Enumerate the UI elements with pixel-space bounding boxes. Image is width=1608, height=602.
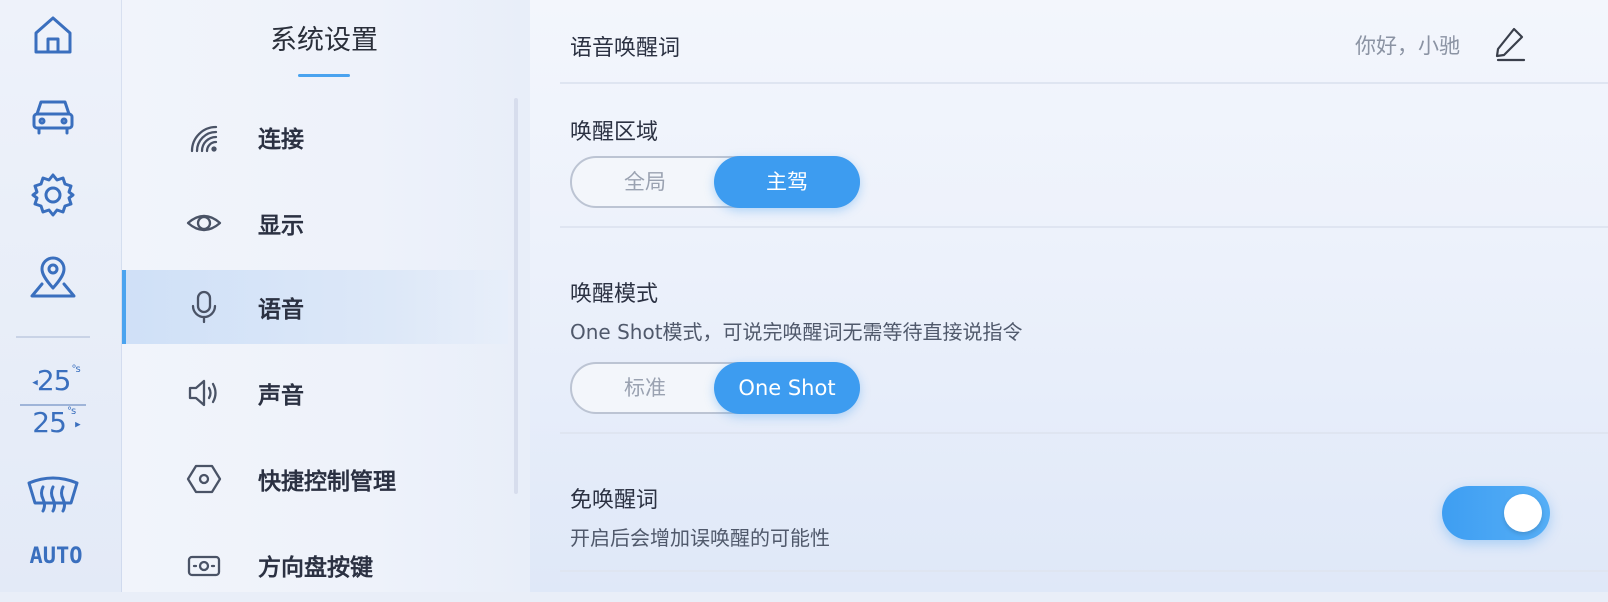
nav-item-voice[interactable]: 语音 — [122, 270, 508, 344]
wake-region-option-driver[interactable]: 主驾 — [714, 156, 860, 208]
wake-region-label: 唤醒区域 — [570, 120, 659, 145]
row-divider — [560, 226, 1608, 228]
wake-word-value: 你好，小驰 — [1355, 34, 1460, 58]
free-wake-description: 开启后会增加误唤醒的可能性 — [570, 526, 830, 550]
home-icon[interactable] — [22, 4, 84, 66]
wake-mode-label: 唤醒模式 — [570, 282, 659, 307]
nav-item-sound[interactable]: 声音 — [122, 356, 508, 430]
dock-divider — [16, 336, 90, 338]
location-icon[interactable] — [22, 246, 84, 308]
temperature-right[interactable]: 25°s▸ — [14, 406, 98, 439]
voice-settings-panel: 语音唤醒词 你好，小驰 唤醒区域 全局 主驾 唤醒模式 One Shot模式，可… — [530, 0, 1608, 592]
row-divider — [560, 570, 1608, 572]
nav-item-display[interactable]: 显示 — [122, 186, 508, 260]
auto-button[interactable]: AUTO — [16, 544, 96, 569]
steering-button-icon — [186, 547, 222, 583]
right-arrow-icon: ▸ — [75, 417, 80, 431]
temperature-left-value: 25 — [36, 364, 72, 397]
nav-item-connection[interactable]: 连接 — [122, 100, 508, 174]
title-underline — [298, 74, 350, 77]
wake-region-option-global[interactable]: 全局 — [572, 158, 718, 206]
temperature-left-unit: °s — [71, 364, 80, 375]
hexagon-icon — [186, 461, 222, 497]
row-divider — [560, 82, 1608, 84]
nav-item-shortcut-control[interactable]: 快捷控制管理 — [122, 442, 508, 516]
toggle-knob — [1504, 494, 1542, 532]
temperature-right-unit: °s — [66, 406, 76, 417]
temperature-left[interactable]: ◂25°s — [14, 364, 98, 397]
pencil-icon[interactable] — [1490, 22, 1530, 62]
nav-item-steering-keys[interactable]: 方向盘按键 — [122, 528, 508, 602]
nav-item-label: 显示 — [258, 213, 304, 239]
speaker-icon — [186, 375, 222, 411]
page-title: 系统设置 — [270, 25, 378, 56]
defrost-icon[interactable] — [22, 462, 84, 524]
microphone-icon — [186, 289, 222, 325]
nav-item-label: 快捷控制管理 — [258, 469, 396, 495]
nav-item-label: 语音 — [258, 297, 304, 323]
eye-icon — [186, 205, 222, 241]
free-wake-label: 免唤醒词 — [570, 488, 659, 513]
signal-icon — [186, 119, 222, 155]
settings-gear-icon[interactable] — [22, 164, 84, 226]
settings-nav: 系统设置 连接 显示 语音 声音 快捷控制管理 方向盘按键 — [122, 0, 530, 592]
nav-scrollbar[interactable] — [514, 98, 518, 494]
nav-item-label: 连接 — [258, 127, 304, 153]
row-divider — [560, 432, 1608, 434]
car-icon[interactable] — [22, 84, 84, 146]
wake-mode-segmented-control: 标准 One Shot — [570, 362, 860, 414]
quick-dock: ◂25°s 25°s▸ AUTO — [0, 0, 122, 592]
wake-region-segmented-control: 全局 主驾 — [570, 156, 860, 208]
free-wake-toggle[interactable] — [1442, 486, 1550, 540]
temperature-right-value: 25 — [32, 406, 67, 439]
nav-item-label: 方向盘按键 — [258, 555, 373, 581]
wake-mode-option-oneshot[interactable]: One Shot — [714, 362, 860, 414]
nav-item-label: 声音 — [258, 383, 304, 409]
wake-mode-option-standard[interactable]: 标准 — [572, 364, 718, 412]
wake-mode-description: One Shot模式，可说完唤醒词无需等待直接说指令 — [570, 320, 1023, 344]
wake-word-label: 语音唤醒词 — [570, 36, 681, 61]
